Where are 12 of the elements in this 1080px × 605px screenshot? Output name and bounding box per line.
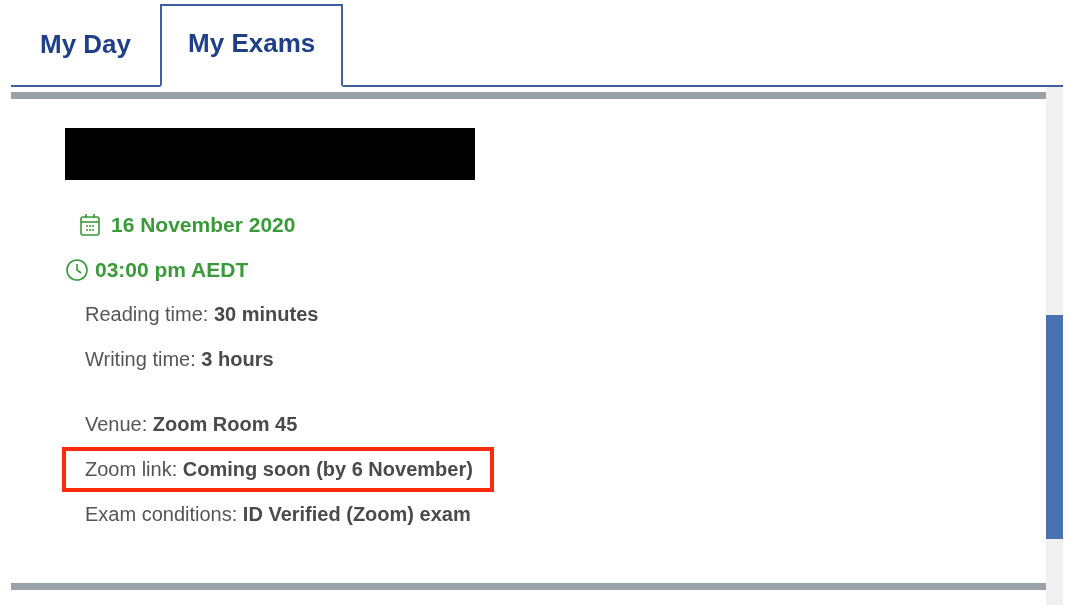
- detail-text: Exam conditions: ID Verified (Zoom) exam: [85, 502, 471, 527]
- exam-date: 16 November 2020: [111, 212, 296, 237]
- calendar-icon: [79, 212, 101, 237]
- tab[interactable]: My Exams: [160, 4, 344, 87]
- scrollbar[interactable]: [1046, 87, 1063, 605]
- detail-text: Zoom link: Coming soon (by 6 November): [85, 457, 473, 482]
- detail-text: Venue: Zoom Room 45: [85, 412, 298, 437]
- detail-text: Writing time: 3 hours: [85, 347, 274, 372]
- scrollbar-thumb[interactable]: [1046, 315, 1063, 539]
- detail-text: Reading time: 30 minutes: [85, 302, 319, 327]
- clock-icon: [65, 257, 89, 282]
- exam-time: 03:00 pm AEDT: [95, 257, 249, 282]
